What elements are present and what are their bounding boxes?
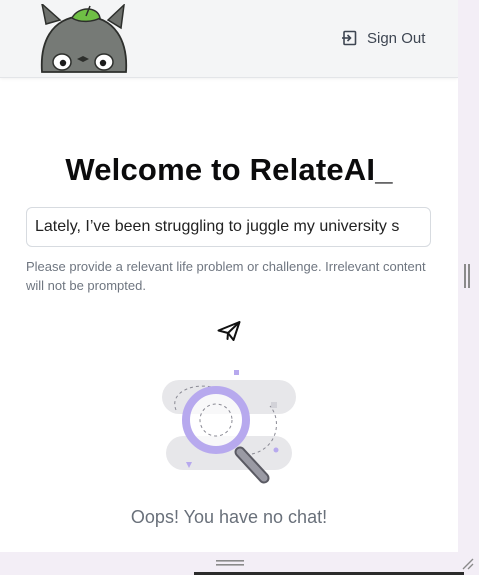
sign-out-icon bbox=[342, 30, 357, 46]
panel-resize-handle[interactable] bbox=[464, 264, 470, 288]
magnifier-illustration bbox=[162, 370, 296, 484]
resize-corner-icon[interactable] bbox=[459, 555, 475, 571]
prompt-field[interactable] bbox=[26, 207, 431, 247]
totoro-logo[interactable] bbox=[38, 4, 130, 74]
sign-out-button[interactable]: Sign Out bbox=[341, 27, 425, 49]
prompt-input[interactable] bbox=[27, 208, 430, 246]
paper-plane-icon bbox=[217, 321, 241, 341]
sign-out-label: Sign Out bbox=[367, 29, 426, 47]
app-window: Sign Out Welcome to RelateAI_ Please pro… bbox=[0, 0, 458, 552]
bottom-drag-handle[interactable] bbox=[216, 559, 244, 567]
empty-chat-message: Oops! You have no chat! bbox=[130, 507, 328, 527]
header: Sign Out bbox=[0, 0, 458, 78]
page-title: Welcome to RelateAI_ bbox=[65, 152, 393, 187]
prompt-hint: Please provide a relevant life problem o… bbox=[26, 259, 426, 293]
send-button[interactable] bbox=[216, 318, 242, 344]
